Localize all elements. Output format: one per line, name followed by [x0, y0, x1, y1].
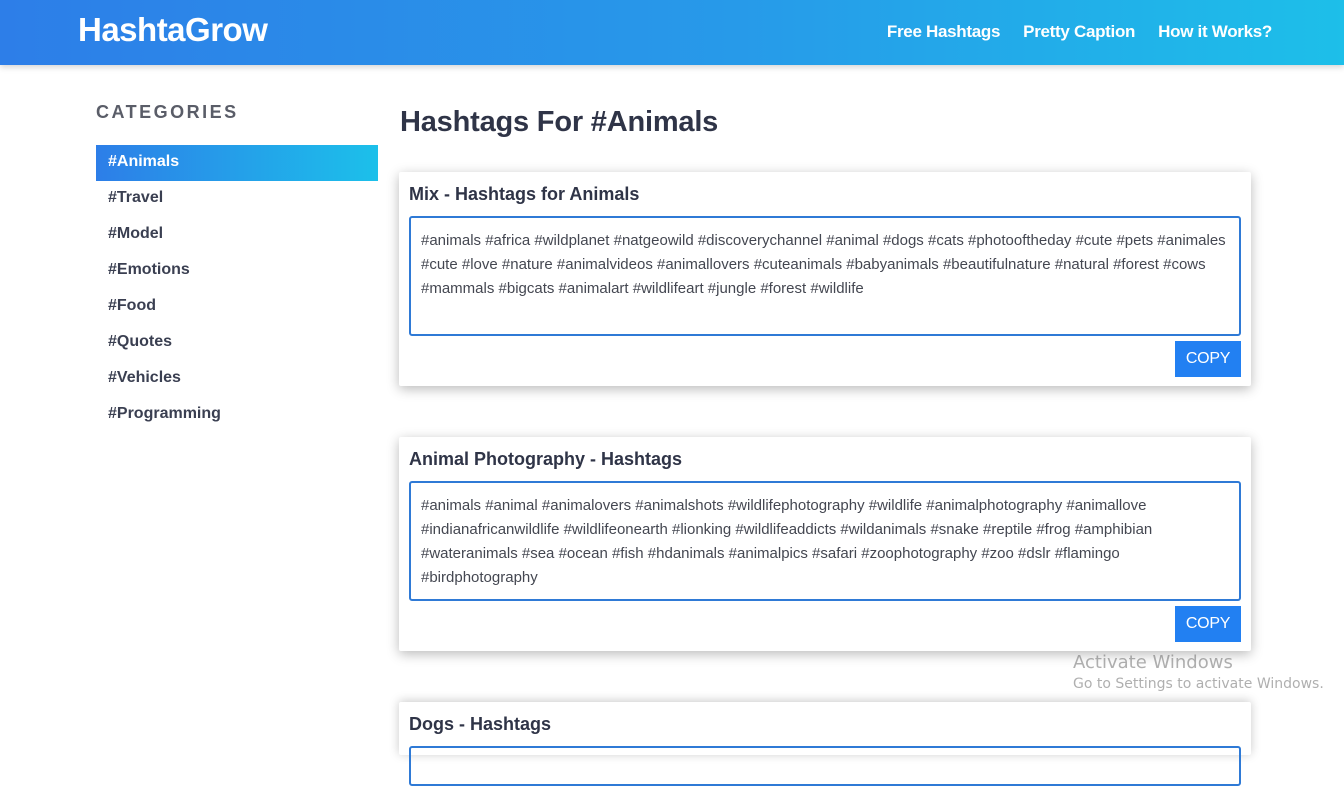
card-title: Animal Photography - Hashtags — [409, 449, 683, 469]
nav-link-free-hashtags[interactable]: Free Hashtags — [887, 22, 1001, 42]
card-title: Dogs - Hashtags — [409, 714, 552, 734]
watermark-title: Activate Windows — [1073, 652, 1233, 673]
categories-sidebar: CATEGORIES #Animals #Travel #Model #Emot… — [96, 100, 378, 433]
nav-links: Free Hashtags Pretty Caption How it Work… — [887, 22, 1272, 42]
watermark-subtitle: Go to Settings to activate Windows. — [1073, 676, 1324, 692]
copy-button[interactable]: COPY — [1175, 606, 1241, 642]
hashtag-card: Animal Photography - Hashtags #animals #… — [399, 437, 1251, 651]
hashtag-textbox[interactable]: #animals #africa #wildplanet #natgeowild… — [409, 216, 1241, 336]
copy-button[interactable]: COPY — [1175, 341, 1241, 377]
sidebar-item-food[interactable]: #Food — [96, 289, 378, 325]
hashtag-card: Dogs - Hashtags — [399, 702, 1251, 786]
nav-link-pretty-caption[interactable]: Pretty Caption — [1023, 22, 1135, 42]
hashtag-card: Mix - Hashtags for Animals #animals #afr… — [399, 172, 1251, 386]
hashtag-textbox[interactable]: #animals #animal #animalovers #animalsho… — [409, 481, 1241, 601]
sidebar-item-programming[interactable]: #Programming — [96, 397, 378, 433]
sidebar-item-emotions[interactable]: #Emotions — [96, 253, 378, 289]
page-title: Hashtags For #Animals — [400, 106, 719, 138]
hashtag-textbox[interactable] — [409, 746, 1241, 786]
top-navbar: HashtaGrow Free Hashtags Pretty Caption … — [0, 0, 1344, 65]
categories-heading: CATEGORIES — [96, 102, 239, 122]
sidebar-item-travel[interactable]: #Travel — [96, 181, 378, 217]
sidebar-item-animals[interactable]: #Animals — [96, 145, 378, 181]
sidebar-item-vehicles[interactable]: #Vehicles — [96, 361, 378, 397]
windows-activation-watermark: Activate Windows Go to Settings to activ… — [1073, 652, 1324, 694]
sidebar-item-quotes[interactable]: #Quotes — [96, 325, 378, 361]
nav-link-how-it-works[interactable]: How it Works? — [1158, 22, 1272, 42]
brand-logo[interactable]: HashtaGrow — [78, 11, 268, 49]
sidebar-item-model[interactable]: #Model — [96, 217, 378, 253]
card-title: Mix - Hashtags for Animals — [409, 184, 640, 204]
